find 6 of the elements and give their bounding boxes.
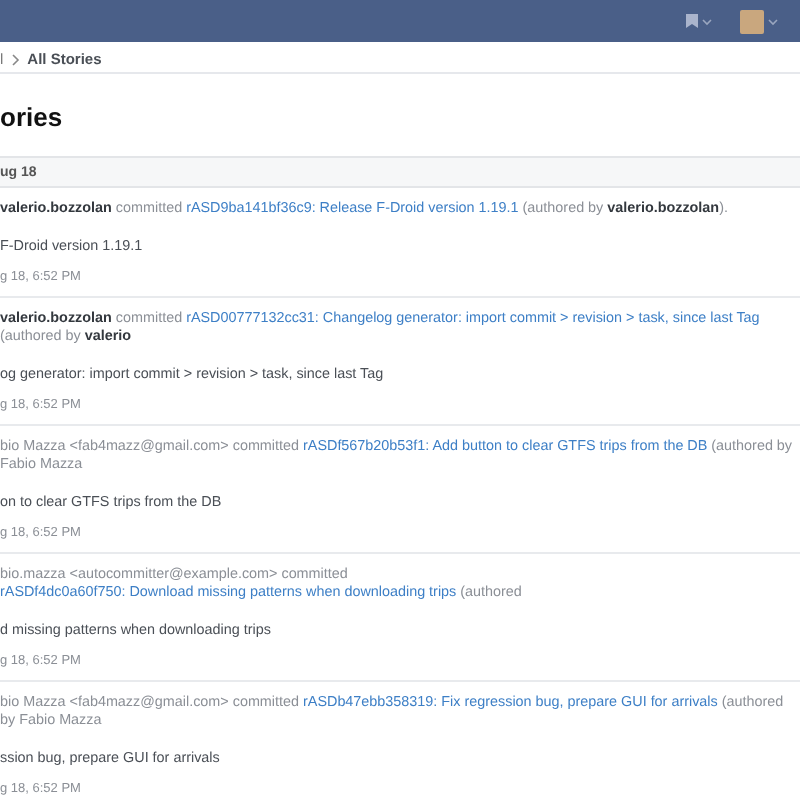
- caret-icon: [702, 17, 712, 25]
- page-title: ories: [0, 102, 65, 134]
- avatar-icon: [740, 9, 764, 33]
- chevron-icon: [11, 54, 20, 66]
- caret-icon: [768, 17, 778, 25]
- bookmark-icon: [686, 14, 698, 28]
